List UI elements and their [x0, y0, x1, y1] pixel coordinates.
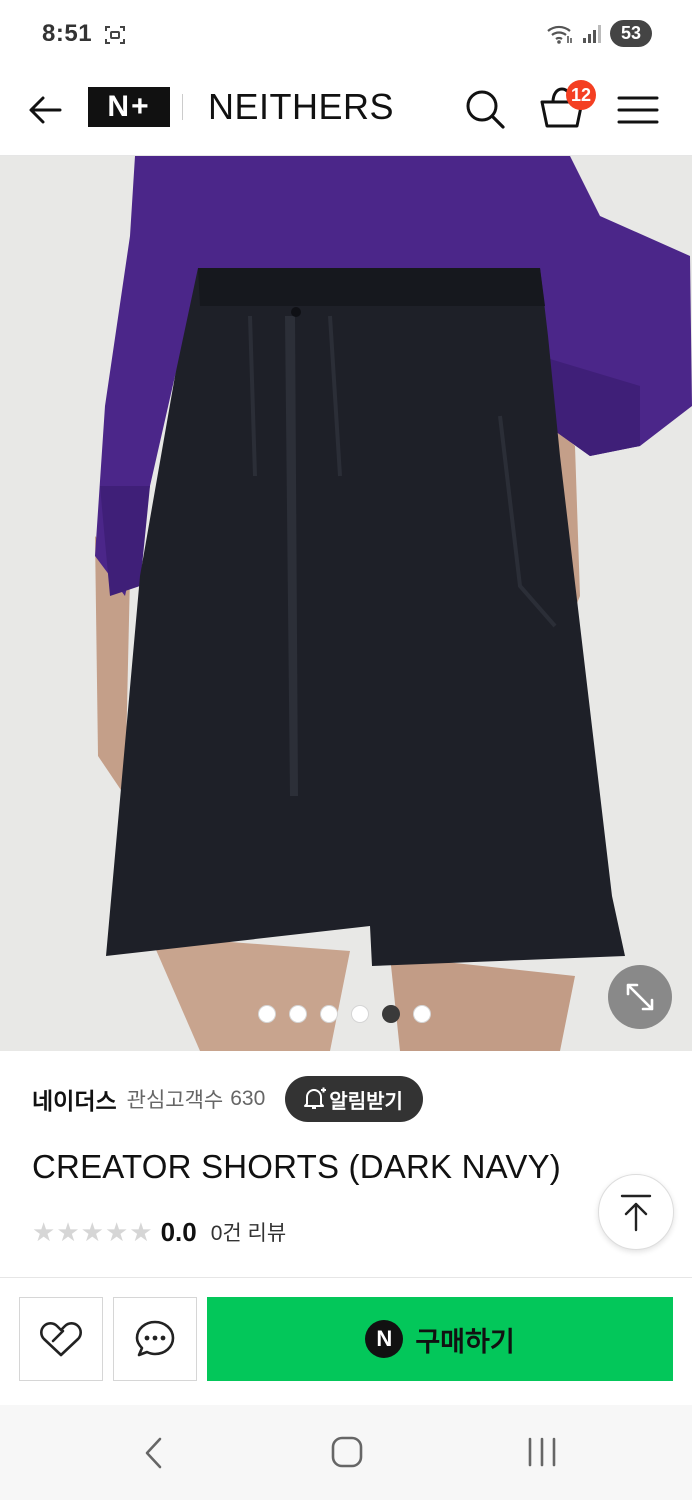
system-nav-bar [0, 1405, 692, 1500]
search-icon[interactable] [462, 86, 508, 132]
rating-value: 0.0 [160, 1216, 197, 1247]
nav-recents-icon[interactable] [522, 1435, 562, 1469]
naver-pay-icon: N [365, 1320, 404, 1358]
wifi-icon [547, 25, 572, 44]
review-count[interactable]: 0건 리뷰 [211, 1217, 286, 1247]
header-divider [182, 94, 183, 120]
brand-name[interactable]: NEITHERS [208, 86, 394, 128]
star-icon: ★ [129, 1217, 153, 1247]
carousel-dot[interactable] [320, 1005, 338, 1023]
product-photo [0, 156, 692, 1051]
back-arrow-icon[interactable] [24, 88, 68, 132]
seller-row: 네이더스 관심고객수 630 알림받기 [32, 1075, 423, 1123]
star-icon: ★ [56, 1217, 80, 1247]
notify-button[interactable]: 알림받기 [285, 1076, 423, 1122]
follower-label: 관심고객수 [126, 1089, 224, 1112]
action-bar: N 구매하기 [0, 1277, 692, 1405]
product-image[interactable] [0, 156, 692, 1051]
rating-row: ★ ★ ★ ★ ★ 0.0 0건 리뷰 [32, 1214, 286, 1250]
buy-label: 구매하기 [415, 1326, 515, 1357]
nav-home-icon[interactable] [330, 1435, 364, 1469]
chat-button[interactable] [113, 1297, 197, 1381]
status-time: 8:51 [42, 20, 93, 47]
chat-bubble-icon [135, 1320, 175, 1357]
star-icon: ★ [104, 1217, 129, 1247]
signal-icon [583, 24, 601, 43]
carousel-dot[interactable] [413, 1005, 431, 1023]
screenshot-icon [105, 26, 125, 44]
carousel-dot[interactable] [382, 1005, 400, 1023]
buy-button[interactable]: N 구매하기 [207, 1297, 673, 1381]
store-name[interactable]: 네이더스 [32, 1082, 117, 1116]
menu-icon[interactable] [616, 88, 660, 132]
status-icons: 53 [546, 20, 652, 47]
status-bar: 8:51 53 [0, 0, 692, 70]
app-header: N+ NEITHERS 12 [0, 70, 692, 156]
star-icon: ★ [80, 1217, 104, 1247]
bell-plus-icon [304, 1087, 327, 1109]
product-title: CREATOR SHORTS (DARK NAVY) [32, 1148, 561, 1185]
heart-icon [40, 1322, 82, 1357]
expand-button[interactable] [608, 965, 672, 1029]
expand-icon [626, 983, 654, 1011]
follower-count: 630 [230, 1087, 266, 1110]
cart-count-badge: 12 [566, 80, 596, 110]
notify-label: 알림받기 [329, 1090, 403, 1113]
brand-logo[interactable]: N+ [88, 87, 170, 127]
scroll-top-button[interactable] [598, 1174, 674, 1250]
carousel-dots [258, 1005, 431, 1023]
carousel-dot[interactable] [351, 1005, 369, 1023]
star-icon: ★ [32, 1217, 56, 1247]
rating-stars: ★ ★ ★ ★ ★ [32, 1219, 153, 1245]
battery-indicator: 53 [610, 20, 652, 47]
carousel-dot[interactable] [289, 1005, 307, 1023]
wishlist-button[interactable] [19, 1297, 103, 1381]
arrow-up-icon [620, 1194, 652, 1232]
nav-back-icon[interactable] [138, 1435, 172, 1471]
carousel-dot[interactable] [258, 1005, 276, 1023]
